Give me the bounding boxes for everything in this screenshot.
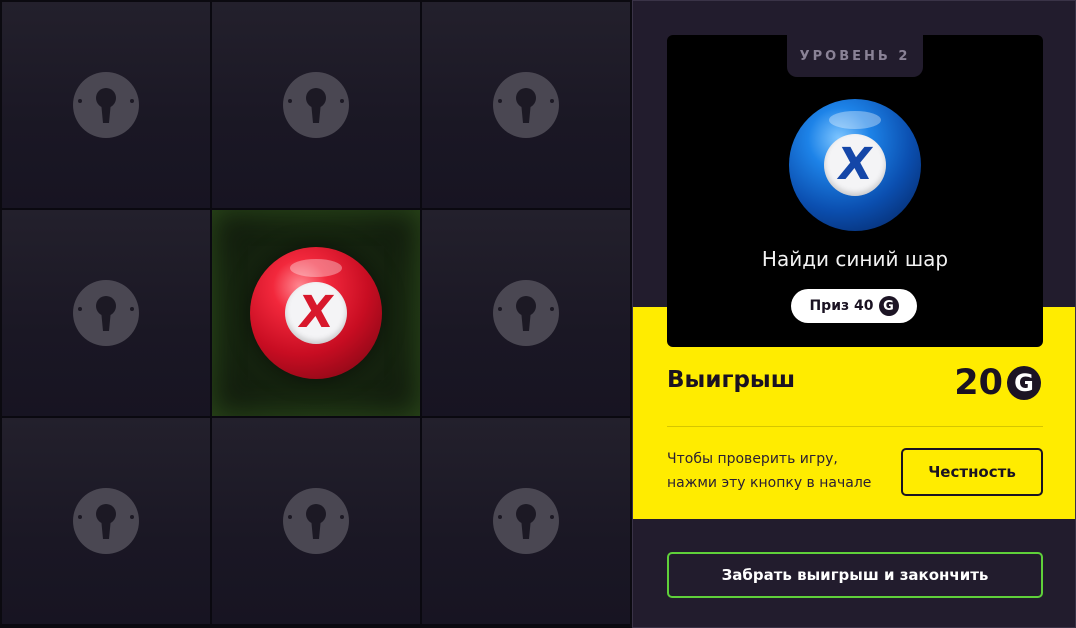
- currency-coin-icon: G: [878, 296, 899, 316]
- ball-disc: X: [824, 134, 886, 196]
- level-card: УРОВЕНЬ 2 X Найди синий шар Приз 40 G: [667, 35, 1043, 347]
- grid-cell-5-opened: X: [212, 210, 420, 416]
- grid-cell-8[interactable]: [212, 418, 420, 624]
- grid-cell-9[interactable]: [422, 418, 630, 624]
- grid-cell-1[interactable]: [2, 2, 210, 208]
- win-amount: 20 G: [954, 363, 1041, 403]
- keyhole-icon: [73, 280, 139, 346]
- win-value: 20: [954, 363, 1003, 403]
- keyhole-icon: [73, 72, 139, 138]
- keyhole-icon: [493, 72, 559, 138]
- cashout-button[interactable]: Забрать выигрыш и закончить: [667, 552, 1043, 598]
- grid-cell-3[interactable]: [422, 2, 630, 208]
- keyhole-icon: [493, 488, 559, 554]
- task-text: Найди синий шар: [761, 247, 949, 271]
- divider: [667, 426, 1043, 427]
- fairness-hint: Чтобы проверить игру, нажми эту кнопку в…: [667, 451, 872, 491]
- side-panel: УРОВЕНЬ 2 X Найди синий шар Приз 40 G Вы…: [632, 0, 1076, 628]
- red-ball-icon: X: [250, 247, 382, 379]
- ball-highlight: [289, 258, 343, 278]
- grid-cell-2[interactable]: [212, 2, 420, 208]
- ball-highlight: [828, 110, 882, 130]
- currency-coin-icon: G: [1007, 366, 1041, 400]
- win-label: Выигрыш: [667, 367, 796, 393]
- grid-cell-6[interactable]: [422, 210, 630, 416]
- keyhole-icon: [73, 488, 139, 554]
- fairness-button[interactable]: Честность: [901, 448, 1043, 496]
- prize-label: Приз 40: [809, 298, 874, 314]
- ball-x-mark: X: [834, 139, 876, 190]
- grid-cell-7[interactable]: [2, 418, 210, 624]
- level-label: УРОВЕНЬ 2: [787, 35, 923, 77]
- keyhole-icon: [283, 488, 349, 554]
- keyhole-icon: [283, 72, 349, 138]
- keyhole-icon: [493, 280, 559, 346]
- ball-disc: X: [285, 282, 347, 344]
- grid-cell-4[interactable]: [2, 210, 210, 416]
- prize-badge: Приз 40 G: [791, 289, 917, 323]
- ball-x-mark: X: [295, 287, 337, 338]
- game-grid: X: [0, 0, 632, 628]
- blue-ball-icon: X: [789, 99, 921, 231]
